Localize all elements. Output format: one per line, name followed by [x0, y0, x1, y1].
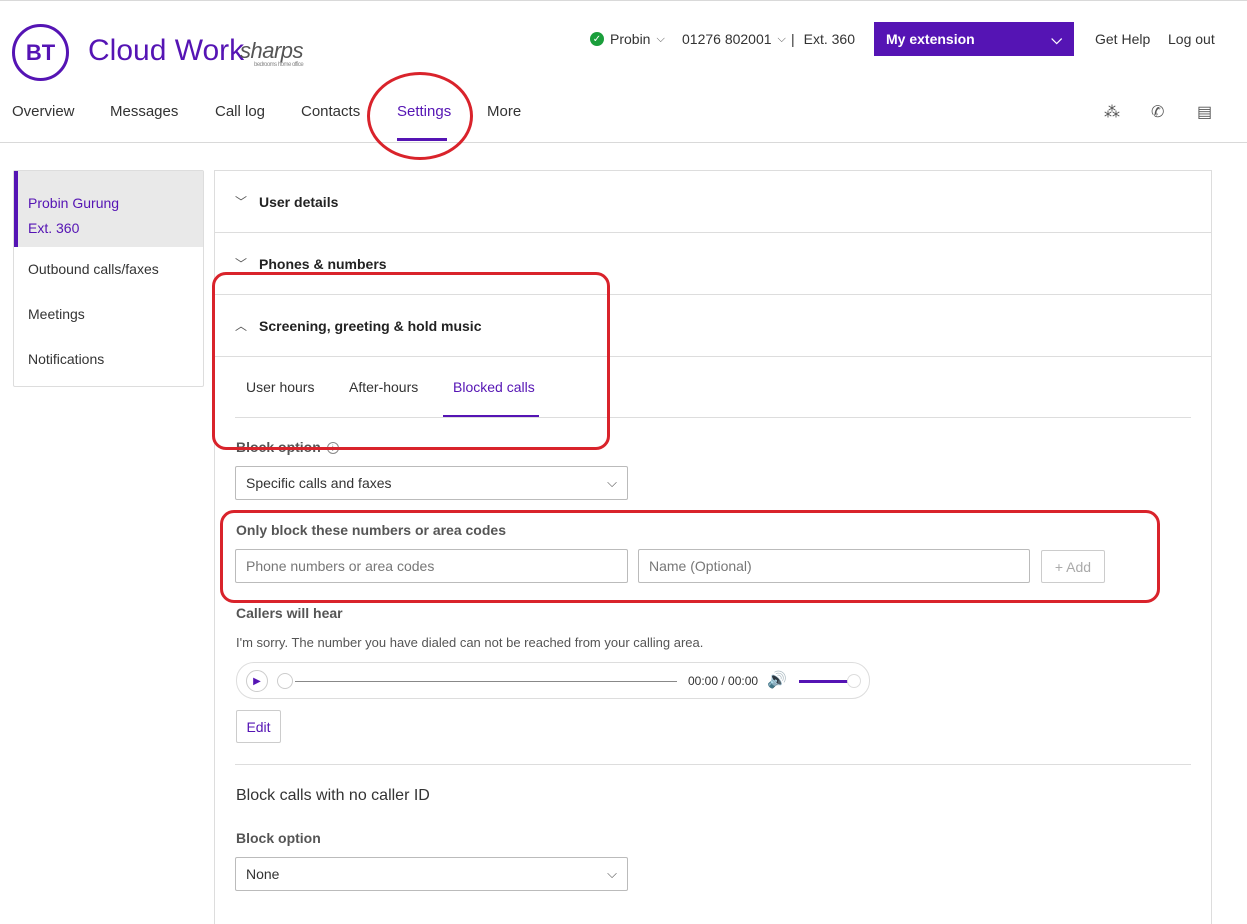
partner-logo: sharps bedrooms home office	[240, 38, 304, 68]
sidebar-user-ext: Ext. 360	[28, 220, 80, 236]
chevron-down-icon: ⌵	[777, 32, 786, 45]
phone-icon[interactable]: ✆	[1151, 102, 1164, 122]
phone-number-dropdown[interactable]: 01276 802001 ⌵	[682, 30, 786, 48]
no-caller-block-value: None	[246, 866, 280, 882]
sidebar-item-notifications[interactable]: Notifications	[28, 351, 104, 367]
check-circle-icon: ✓	[590, 32, 604, 46]
log-out-link[interactable]: Log out	[1168, 30, 1215, 48]
chevron-down-icon: ⌵	[1051, 30, 1062, 47]
extension-label: Ext. 360	[803, 31, 856, 47]
no-caller-id-title: Block calls with no caller ID	[236, 787, 430, 804]
bt-logo-text: BT	[25, 39, 56, 65]
my-extension-label: My extension	[886, 31, 975, 47]
nav-contacts[interactable]: Contacts	[301, 103, 360, 120]
callers-hear-message: I'm sorry. The number you have dialed ca…	[236, 635, 704, 650]
callers-hear-label: Callers will hear	[236, 605, 343, 621]
settings-sidebar: Probin Gurung Ext. 360 Outbound calls/fa…	[13, 170, 204, 387]
volume-slider[interactable]	[799, 680, 849, 683]
header-divider	[0, 142, 1247, 143]
annotation-box-screening	[212, 272, 610, 450]
section-divider	[235, 764, 1191, 765]
chevron-down-icon: ⌵	[607, 475, 617, 490]
chevron-down-icon: ⌵	[656, 32, 665, 45]
accordion-title: User details	[259, 194, 339, 210]
chevron-down-icon: ﹀	[235, 257, 248, 271]
no-caller-block-select[interactable]: None ⌵	[235, 857, 628, 891]
player-time: 00:00 / 00:00	[688, 674, 759, 688]
accordion-user-details[interactable]: ﹀ User details	[215, 171, 1211, 233]
nav-call-log[interactable]: Call log	[215, 103, 265, 120]
notes-icon[interactable]: ▤	[1197, 102, 1212, 122]
edit-button[interactable]: Edit	[236, 710, 281, 743]
my-extension-button[interactable]: My extension ⌵	[874, 22, 1074, 56]
brand-name: Cloud Work	[88, 34, 245, 67]
seek-handle[interactable]	[277, 673, 293, 689]
top-border	[0, 0, 1247, 1]
chevron-down-icon: ﹀	[235, 195, 248, 209]
seek-bar[interactable]	[295, 681, 677, 682]
annotation-circle-settings	[367, 72, 473, 160]
annotation-box-block-numbers	[220, 510, 1160, 603]
nav-overview[interactable]: Overview	[12, 103, 75, 120]
status-user-name: Probin	[610, 31, 651, 47]
bt-logo[interactable]: BT	[12, 24, 69, 81]
block-option-value: Specific calls and faxes	[246, 475, 392, 491]
partner-tagline: bedrooms home office	[254, 62, 304, 68]
separator: |	[791, 31, 795, 47]
sidebar-item-outbound[interactable]: Outbound calls/faxes	[28, 261, 159, 277]
volume-icon[interactable]: 🔊	[767, 670, 787, 690]
status-user-dropdown[interactable]: ✓ Probin ⌵	[590, 30, 665, 48]
extension-display: | Ext. 360	[791, 30, 855, 48]
sidebar-item-user[interactable]: Probin Gurung Ext. 360	[14, 171, 203, 247]
no-caller-block-label: Block option	[236, 830, 321, 846]
audio-player: ▶ 00:00 / 00:00 🔊	[236, 662, 870, 699]
nav-more[interactable]: More	[487, 103, 521, 120]
chevron-down-icon: ⌵	[607, 866, 617, 881]
partner-name: sharps	[240, 38, 304, 63]
nav-messages[interactable]: Messages	[110, 103, 178, 120]
play-icon[interactable]: ▶	[246, 670, 268, 692]
phone-number: 01276 802001	[682, 31, 772, 47]
volume-handle[interactable]	[847, 674, 861, 688]
people-icon[interactable]: ⁂	[1104, 102, 1120, 122]
get-help-link[interactable]: Get Help	[1095, 30, 1150, 48]
sidebar-item-meetings[interactable]: Meetings	[28, 306, 85, 322]
block-option-select[interactable]: Specific calls and faxes ⌵	[235, 466, 628, 500]
accordion-title: Phones & numbers	[259, 256, 387, 272]
sidebar-user-name: Probin Gurung	[28, 195, 120, 211]
